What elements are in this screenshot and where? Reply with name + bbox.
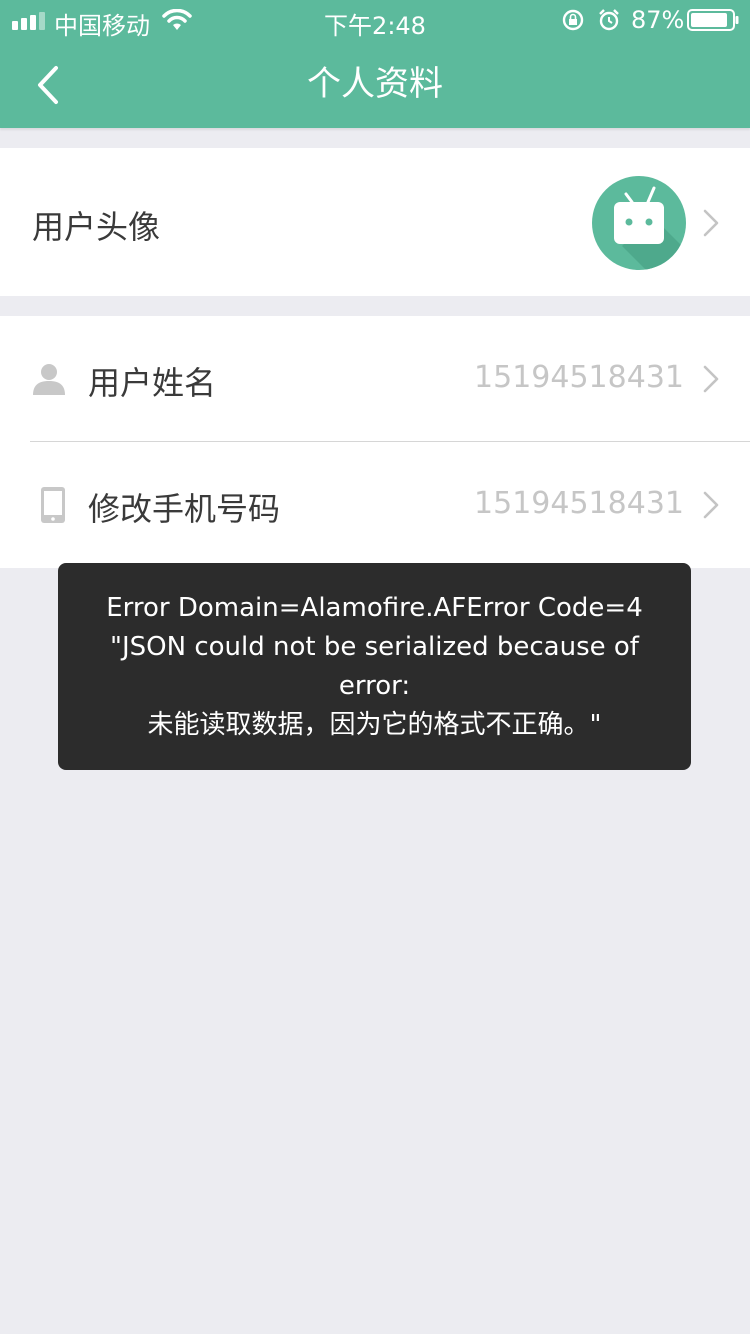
toast-line: "JSON could not be serialized because of [110,632,639,662]
app-header: 中国移动 下午2:48 87% 个人资料 [0,0,750,128]
phone-icon [41,487,65,523]
username-value: 15194518431 [474,360,684,395]
status-bar: 中国移动 下午2:48 87% [0,0,750,40]
error-toast: Error Domain=Alamofire.AFError Code=4 "J… [58,563,691,770]
list-item-change-phone[interactable]: 修改手机号码 15194518431 [0,442,750,568]
avatar-row-label: 用户头像 [32,208,161,246]
page-title: 个人资料 [307,64,443,104]
toast-line: 未能读取数据，因为它的格式不正确。" [147,710,602,740]
user-icon [33,364,65,395]
chevron-right-icon [703,365,719,393]
toast-line: Error Domain=Alamofire.AFError Code=4 [106,593,643,623]
username-label: 用户姓名 [88,364,217,402]
change-phone-label: 修改手机号码 [88,490,281,528]
rotation-lock-icon [562,9,584,31]
avatar[interactable] [592,176,686,270]
chevron-right-icon [703,209,719,237]
avatar-row[interactable]: 用户头像 [0,148,750,296]
phone-value: 15194518431 [474,486,684,521]
info-card: 用户姓名 15194518431 修改手机号码 15194518431 [0,316,750,568]
battery-icon [687,9,739,31]
battery-percentage: 87% [631,6,685,34]
chevron-right-icon [703,491,719,519]
toast-line: error: [338,671,411,701]
alarm-icon [599,9,619,31]
list-item-username[interactable]: 用户姓名 15194518431 [0,316,750,441]
